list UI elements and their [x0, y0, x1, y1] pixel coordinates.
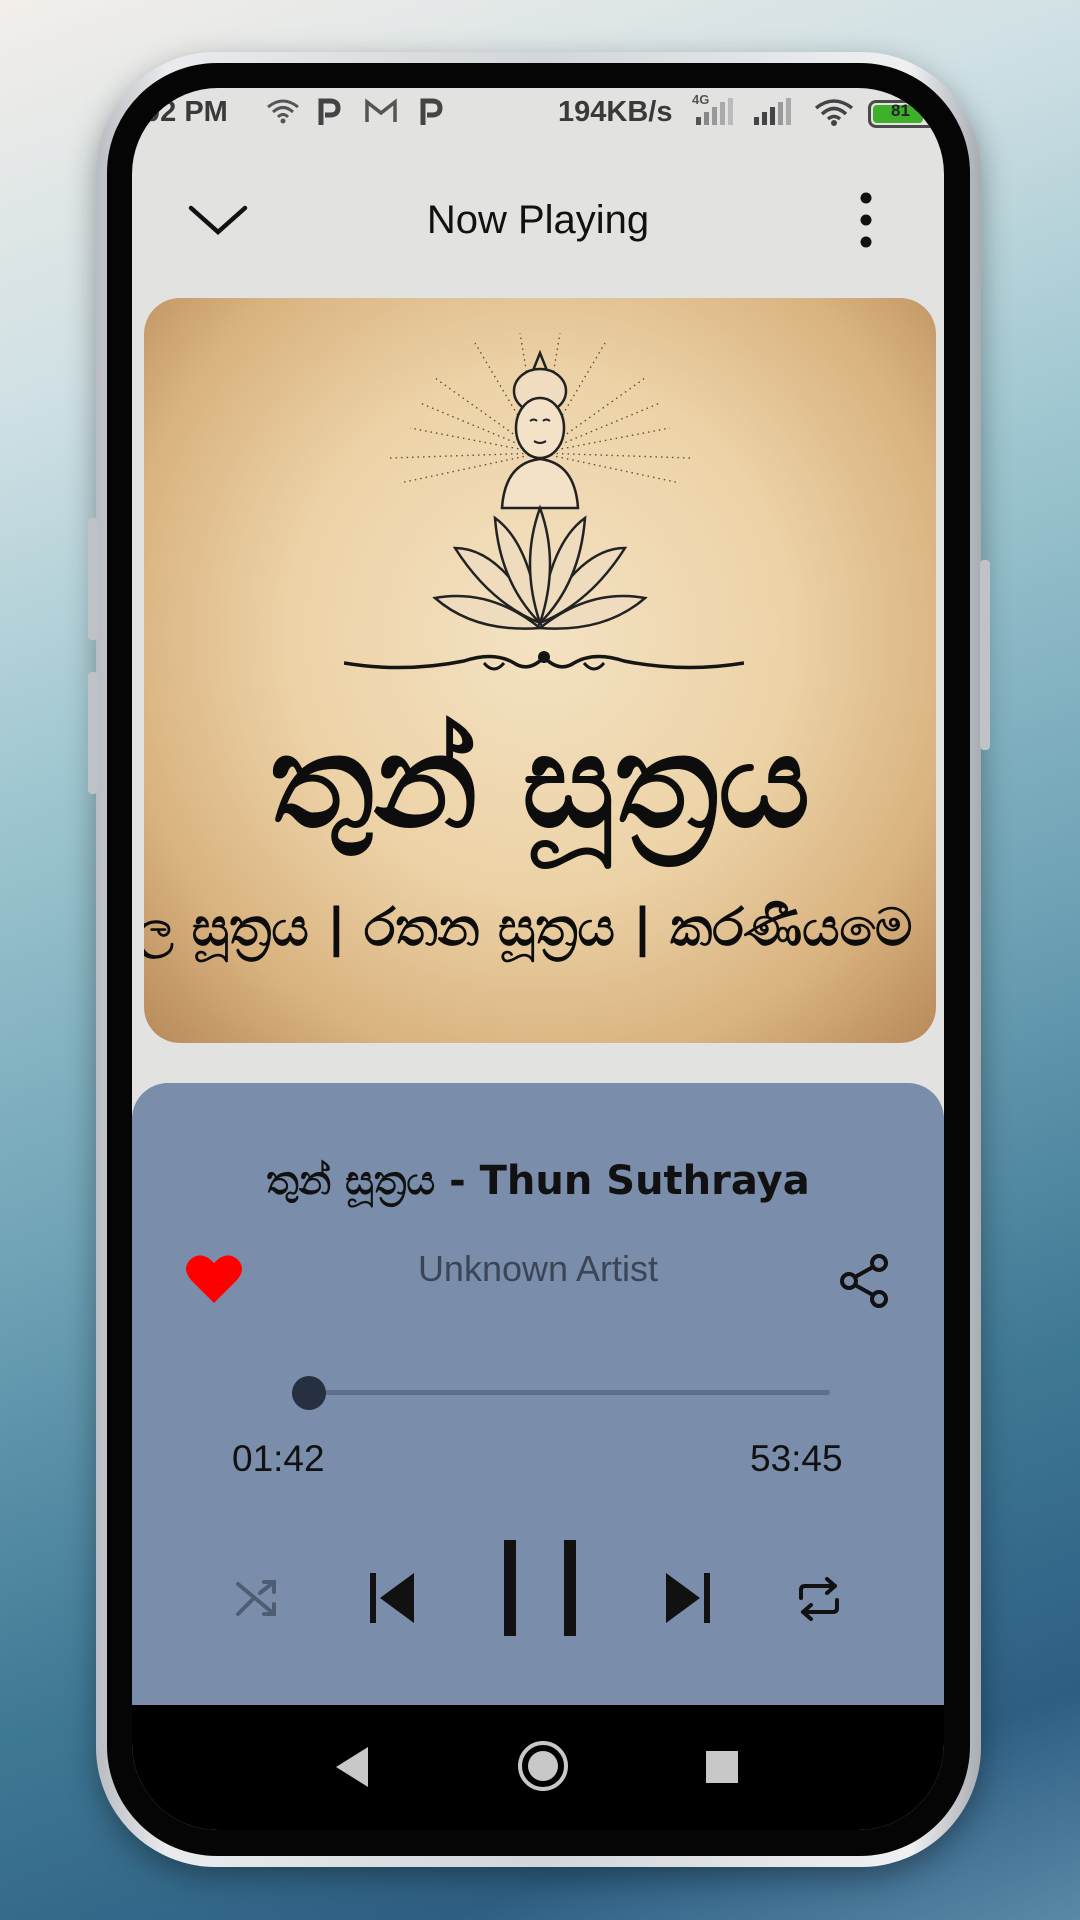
phone-side-button	[980, 560, 990, 750]
shuffle-icon[interactable]	[234, 1576, 282, 1620]
phone-side-button	[88, 518, 98, 640]
ornament-divider	[344, 651, 744, 671]
repeat-icon[interactable]	[795, 1576, 843, 1622]
pause-icon[interactable]	[500, 1538, 580, 1638]
recents-icon[interactable]	[704, 1749, 740, 1785]
seek-bar[interactable]	[292, 1390, 830, 1395]
p-app-icon	[318, 98, 341, 125]
navigation-bar	[132, 1705, 944, 1830]
share-icon[interactable]	[837, 1253, 893, 1309]
back-icon[interactable]	[332, 1745, 372, 1789]
battery-level: 81	[891, 101, 910, 120]
p-app-icon	[420, 98, 443, 125]
wifi-icon	[814, 99, 854, 126]
gmail-icon	[365, 98, 397, 122]
total-duration: 53:45	[750, 1438, 843, 1479]
album-art-subtitle: ල සූත්‍රය | රතන සූත්‍රය | කරණීයමෙ	[144, 898, 913, 958]
album-art: තුන් සූත්‍රය ල සූත්‍රය | රතන සූත්‍රය | ක…	[144, 298, 936, 1043]
buddha-illustration	[389, 333, 691, 630]
home-icon[interactable]	[516, 1739, 570, 1793]
status-bar: 02 PM 194KB/s 4G 81	[132, 88, 944, 138]
elapsed-time: 01:42	[232, 1438, 325, 1479]
player-panel: තුන් සූත්‍රය - Thun Suthraya Unknown Art…	[132, 1083, 944, 1705]
album-art-title: තුන් සූත්‍රය	[269, 708, 811, 857]
battery-icon: 81	[868, 100, 938, 128]
phone-side-button	[88, 672, 98, 794]
screen: 02 PM 194KB/s 4G 81 Now Playing තුන් සූත…	[132, 88, 944, 1830]
seek-bar-thumb[interactable]	[292, 1376, 327, 1410]
previous-icon[interactable]	[368, 1571, 416, 1625]
signal-icon	[754, 98, 791, 125]
next-icon[interactable]	[664, 1571, 712, 1625]
artist-name: Unknown Artist	[417, 1248, 659, 1289]
more-vertical-icon[interactable]	[854, 188, 878, 252]
status-time: 02 PM	[144, 96, 228, 128]
page-title: Now Playing	[426, 198, 650, 242]
network-speed: 194KB/s	[558, 96, 673, 128]
track-title: තුන් සූත්‍රය - Thun Suthraya	[266, 1158, 810, 1204]
wifi-icon	[267, 99, 299, 124]
signal-icon	[696, 98, 733, 125]
